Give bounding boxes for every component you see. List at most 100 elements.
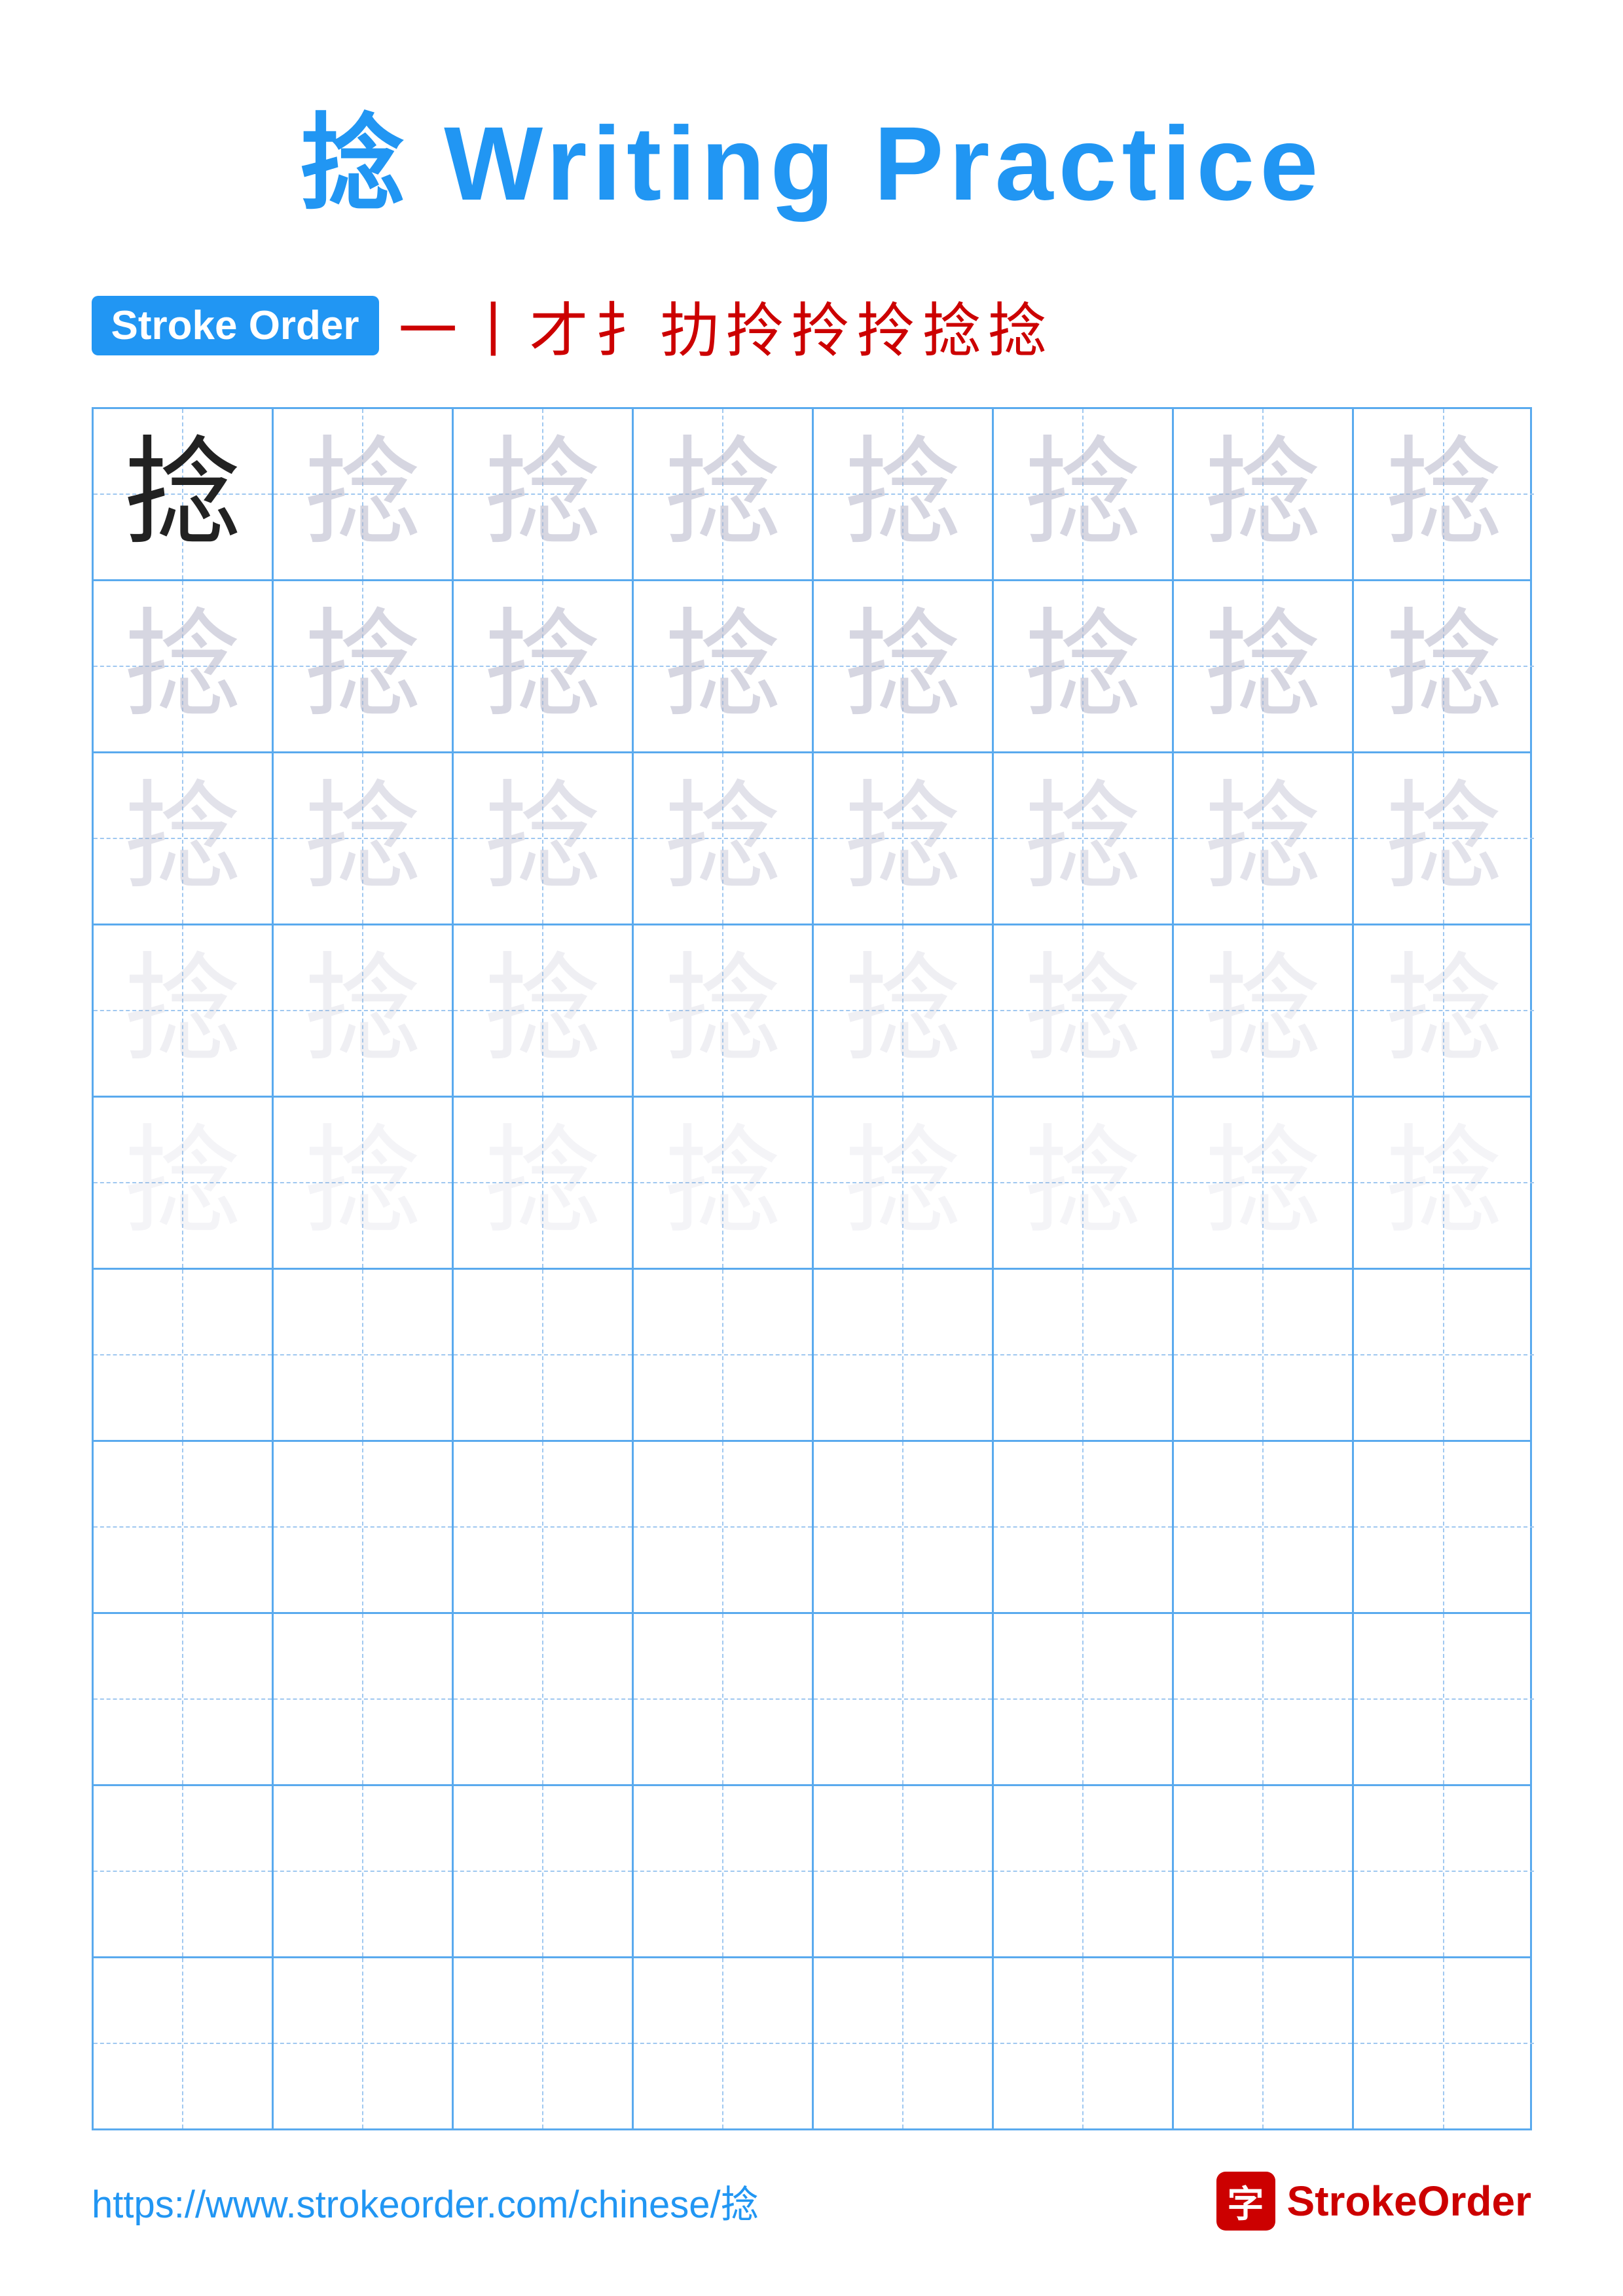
- grid-cell-8-1[interactable]: [94, 1614, 274, 1784]
- grid-cell-9-8[interactable]: [1354, 1786, 1534, 1956]
- stroke-4: 扌: [595, 283, 654, 368]
- char-light: 捻: [483, 952, 601, 1069]
- grid-cell-2-8[interactable]: 捻: [1354, 581, 1534, 751]
- grid-cell-6-6[interactable]: [994, 1270, 1174, 1440]
- grid-cell-4-2[interactable]: 捻: [274, 925, 454, 1096]
- grid-cell-8-7[interactable]: [1174, 1614, 1354, 1784]
- grid-cell-3-6[interactable]: 捻: [994, 753, 1174, 924]
- grid-cell-2-4[interactable]: 捻: [634, 581, 814, 751]
- grid-row-2: 捻 捻 捻 捻 捻 捻 捻 捻: [94, 581, 1530, 753]
- grid-cell-7-1[interactable]: [94, 1442, 274, 1612]
- grid-cell-8-4[interactable]: [634, 1614, 814, 1784]
- char-light: 捻: [1023, 607, 1141, 725]
- char-light: 捻: [483, 607, 601, 725]
- grid-cell-5-2[interactable]: 捻: [274, 1098, 454, 1268]
- grid-cell-1-3[interactable]: 捻: [454, 409, 634, 579]
- grid-cell-10-7[interactable]: [1174, 1958, 1354, 2128]
- grid-cell-1-7[interactable]: 捻: [1174, 409, 1354, 579]
- grid-cell-7-2[interactable]: [274, 1442, 454, 1612]
- grid-cell-4-5[interactable]: 捻: [814, 925, 994, 1096]
- grid-cell-10-4[interactable]: [634, 1958, 814, 2128]
- grid-cell-6-4[interactable]: [634, 1270, 814, 1440]
- grid-cell-2-1[interactable]: 捻: [94, 581, 274, 751]
- grid-cell-10-2[interactable]: [274, 1958, 454, 2128]
- grid-cell-6-1[interactable]: [94, 1270, 274, 1440]
- grid-cell-5-3[interactable]: 捻: [454, 1098, 634, 1268]
- grid-cell-2-6[interactable]: 捻: [994, 581, 1174, 751]
- grid-cell-7-7[interactable]: [1174, 1442, 1354, 1612]
- grid-cell-10-5[interactable]: [814, 1958, 994, 2128]
- grid-cell-3-5[interactable]: 捻: [814, 753, 994, 924]
- grid-cell-3-2[interactable]: 捻: [274, 753, 454, 924]
- grid-cell-1-1[interactable]: 捻: [94, 409, 274, 579]
- grid-row-6: [94, 1270, 1530, 1442]
- char-light: 捻: [1203, 1124, 1321, 1242]
- grid-cell-9-6[interactable]: [994, 1786, 1174, 1956]
- char-light: 捻: [483, 435, 601, 553]
- grid-cell-1-6[interactable]: 捻: [994, 409, 1174, 579]
- char-light: 捻: [1385, 1124, 1503, 1242]
- grid-cell-2-7[interactable]: 捻: [1174, 581, 1354, 751]
- grid-cell-6-2[interactable]: [274, 1270, 454, 1440]
- grid-cell-10-3[interactable]: [454, 1958, 634, 2128]
- grid-cell-1-8[interactable]: 捻: [1354, 409, 1534, 579]
- grid-cell-4-8[interactable]: 捻: [1354, 925, 1534, 1096]
- grid-cell-1-2[interactable]: 捻: [274, 409, 454, 579]
- grid-cell-8-3[interactable]: [454, 1614, 634, 1784]
- grid-cell-4-6[interactable]: 捻: [994, 925, 1174, 1096]
- grid-cell-10-1[interactable]: [94, 1958, 274, 2128]
- char-light: 捻: [843, 780, 961, 897]
- grid-cell-10-6[interactable]: [994, 1958, 1174, 2128]
- grid-cell-3-8[interactable]: 捻: [1354, 753, 1534, 924]
- grid-cell-5-8[interactable]: 捻: [1354, 1098, 1534, 1268]
- char-light: 捻: [1385, 780, 1503, 897]
- grid-cell-8-2[interactable]: [274, 1614, 454, 1784]
- grid-cell-3-3[interactable]: 捻: [454, 753, 634, 924]
- grid-cell-9-1[interactable]: [94, 1786, 274, 1956]
- footer-url[interactable]: https://www.strokeorder.com/chinese/捻: [92, 2174, 759, 2229]
- grid-cell-9-5[interactable]: [814, 1786, 994, 1956]
- char-light: 捻: [1203, 952, 1321, 1069]
- grid-cell-4-7[interactable]: 捻: [1174, 925, 1354, 1096]
- grid-cell-7-4[interactable]: [634, 1442, 814, 1612]
- grid-cell-5-6[interactable]: 捻: [994, 1098, 1174, 1268]
- grid-cell-7-8[interactable]: [1354, 1442, 1534, 1612]
- grid-cell-4-3[interactable]: 捻: [454, 925, 634, 1096]
- grid-cell-2-5[interactable]: 捻: [814, 581, 994, 751]
- grid-cell-5-4[interactable]: 捻: [634, 1098, 814, 1268]
- grid-cell-6-5[interactable]: [814, 1270, 994, 1440]
- grid-cell-4-4[interactable]: 捻: [634, 925, 814, 1096]
- grid-cell-4-1[interactable]: 捻: [94, 925, 274, 1096]
- grid-cell-9-2[interactable]: [274, 1786, 454, 1956]
- grid-cell-1-5[interactable]: 捻: [814, 409, 994, 579]
- grid-cell-2-3[interactable]: 捻: [454, 581, 634, 751]
- grid-row-1: 捻 捻 捻 捻 捻 捻 捻 捻: [94, 409, 1530, 581]
- grid-cell-9-3[interactable]: [454, 1786, 634, 1956]
- char-light: 捻: [843, 435, 961, 553]
- grid-cell-5-1[interactable]: 捻: [94, 1098, 274, 1268]
- grid-cell-6-3[interactable]: [454, 1270, 634, 1440]
- grid-cell-7-6[interactable]: [994, 1442, 1174, 1612]
- grid-cell-7-5[interactable]: [814, 1442, 994, 1612]
- grid-cell-8-5[interactable]: [814, 1614, 994, 1784]
- grid-cell-5-5[interactable]: 捻: [814, 1098, 994, 1268]
- grid-cell-5-7[interactable]: 捻: [1174, 1098, 1354, 1268]
- char-light: 捻: [483, 780, 601, 897]
- grid-cell-8-8[interactable]: [1354, 1614, 1534, 1784]
- char-light: 捻: [1023, 1124, 1141, 1242]
- grid-row-10: [94, 1958, 1530, 2128]
- grid-cell-2-2[interactable]: 捻: [274, 581, 454, 751]
- grid-cell-9-7[interactable]: [1174, 1786, 1354, 1956]
- grid-cell-1-4[interactable]: 捻: [634, 409, 814, 579]
- grid-cell-7-3[interactable]: [454, 1442, 634, 1612]
- grid-cell-3-7[interactable]: 捻: [1174, 753, 1354, 924]
- grid-cell-6-7[interactable]: [1174, 1270, 1354, 1440]
- grid-cell-3-1[interactable]: 捻: [94, 753, 274, 924]
- grid-cell-3-4[interactable]: 捻: [634, 753, 814, 924]
- grid-cell-10-8[interactable]: [1354, 1958, 1534, 2128]
- char-light: 捻: [1203, 435, 1321, 553]
- grid-cell-8-6[interactable]: [994, 1614, 1174, 1784]
- char-light: 捻: [1385, 435, 1503, 553]
- grid-cell-6-8[interactable]: [1354, 1270, 1534, 1440]
- grid-cell-9-4[interactable]: [634, 1786, 814, 1956]
